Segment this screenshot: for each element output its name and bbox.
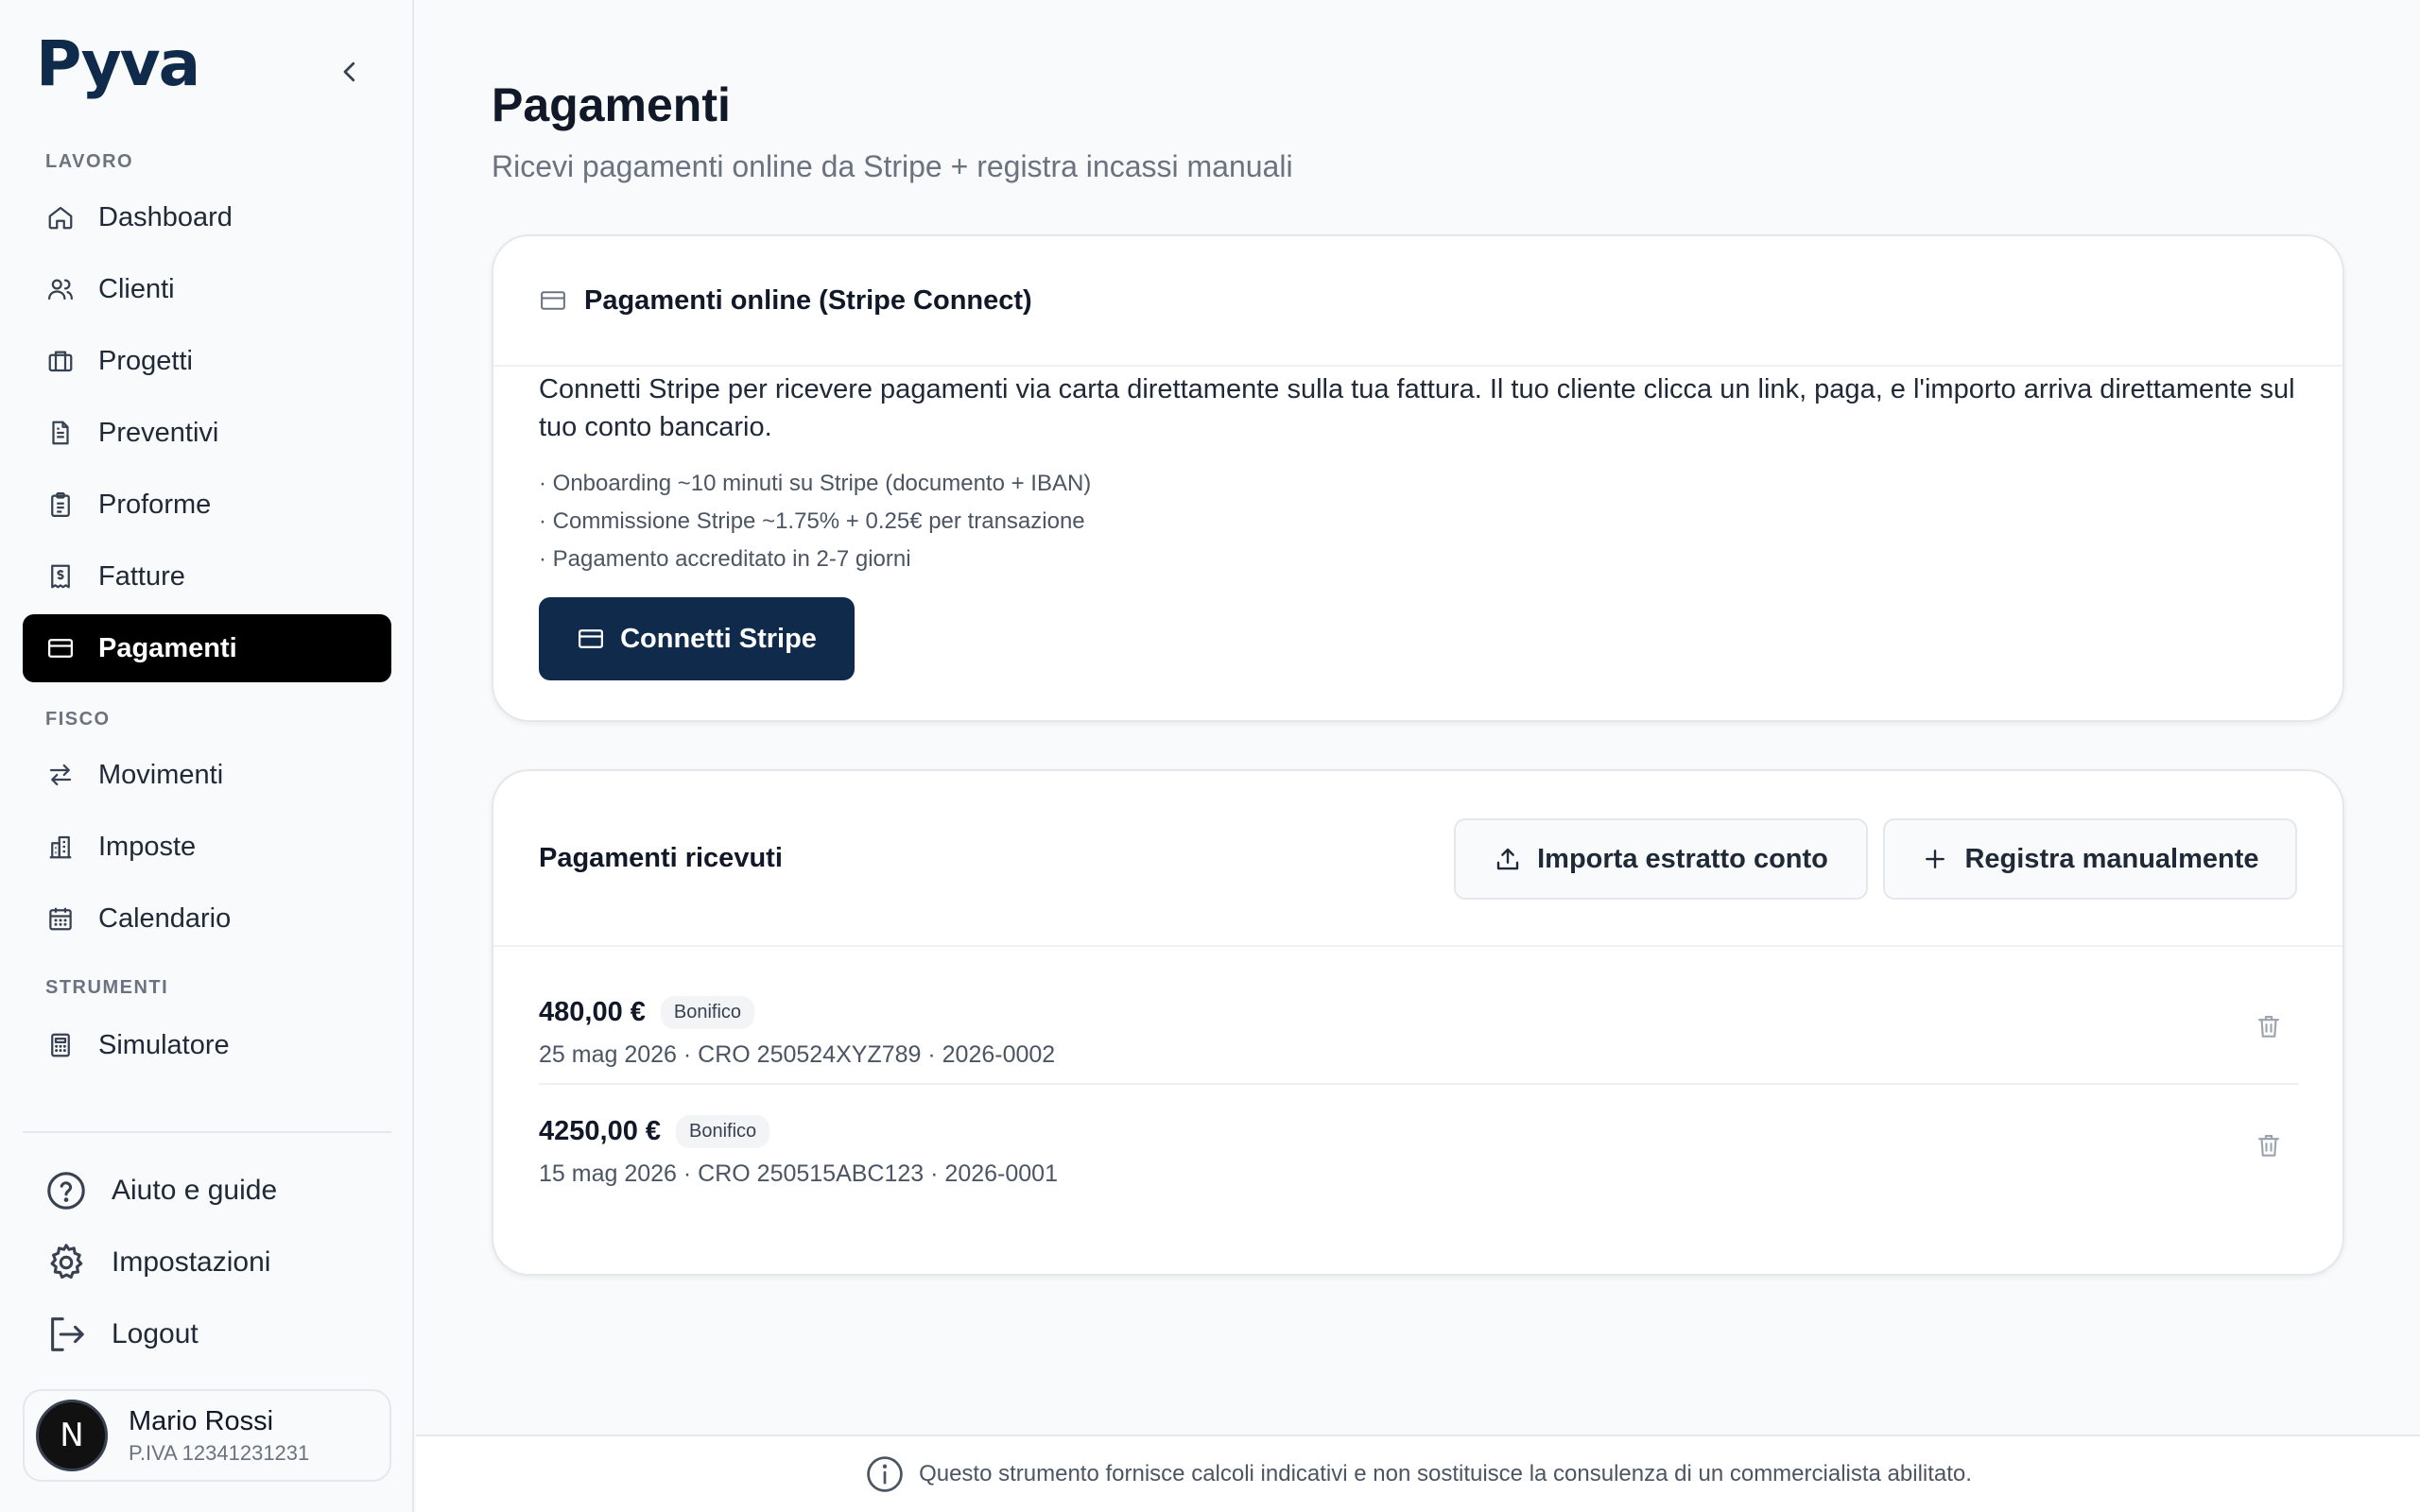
sidebar-item-imposte[interactable]: Imposte	[23, 813, 391, 881]
stripe-info-item: · Pagamento accreditato in 2-7 giorni	[539, 546, 911, 572]
stripe-connect-card: Pagamenti online (Stripe Connect) Connet…	[492, 234, 2344, 722]
delete-payment-button[interactable]	[2250, 1007, 2288, 1045]
credit-card-icon	[539, 285, 569, 316]
trash-icon	[2257, 1134, 2280, 1157]
stripe-description: Connetti Stripe per ricevere pagamenti v…	[539, 374, 2295, 442]
logout-label: Logout	[112, 1318, 199, 1349]
sidebar-item-simulatore[interactable]: Simulatore	[23, 1011, 391, 1079]
credit-card-icon	[45, 633, 76, 663]
sidebar-item-label: Preventivi	[98, 417, 219, 448]
sidebar-item-clienti[interactable]: Clienti	[23, 255, 391, 323]
main-content: Pagamenti Ricevi pagamenti online da Str…	[416, 0, 2420, 1512]
sidebar-item-label: Clienti	[98, 273, 175, 304]
sidebar-item-fatture[interactable]: Fatture	[23, 542, 391, 610]
sidebar-item-label: Dashboard	[98, 201, 233, 232]
disclaimer-text: Questo strumento fornisce calcoli indica…	[919, 1461, 1972, 1486]
payment-amount: 480,00 €	[539, 997, 646, 1027]
logo-text: Pyva	[36, 27, 200, 100]
briefcase-icon	[45, 346, 76, 376]
help-link[interactable]: Aiuto e guide	[43, 1162, 277, 1219]
section-label-lavoro: LAVORO	[45, 151, 134, 172]
sidebar-item-label: Proforme	[98, 489, 212, 520]
section-label-fisco: FISCO	[45, 709, 111, 730]
collapse-sidebar-button[interactable]	[331, 53, 369, 91]
register-manually-button[interactable]: Registra manualmente	[1883, 818, 2297, 900]
trash-icon	[2257, 1015, 2280, 1038]
sidebar-item-label: Movimenti	[98, 759, 224, 790]
payments-card-title: Pagamenti ricevuti	[539, 842, 783, 873]
sidebar-item-proforme[interactable]: Proforme	[23, 471, 391, 539]
clipboard-icon	[45, 490, 76, 520]
sidebar-item-label: Progetti	[98, 345, 193, 376]
help-label: Aiuto e guide	[112, 1175, 278, 1206]
sidebar-item-label: Simulatore	[98, 1029, 230, 1060]
payment-row: 480,00 € Bonifico 25 mag 2026 · CRO 2505…	[539, 966, 2299, 1085]
stripe-card-header: Pagamenti online (Stripe Connect)	[493, 236, 2342, 367]
connect-stripe-button[interactable]: Connetti Stripe	[539, 597, 855, 680]
page-title: Pagamenti	[492, 78, 731, 131]
chevron-left-icon	[343, 61, 355, 82]
sidebar-item-dashboard[interactable]: Dashboard	[23, 183, 391, 251]
payment-meta: 15 mag 2026 · CRO 250515ABC123 · 2026-00…	[539, 1160, 1058, 1187]
payment-method-badge: Bonifico	[676, 1115, 770, 1148]
info-icon	[864, 1453, 906, 1495]
import-statement-label: Importa estratto conto	[1537, 843, 1828, 874]
settings-label: Impostazioni	[112, 1246, 271, 1278]
calendar-icon	[45, 903, 76, 934]
sidebar-item-progetti[interactable]: Progetti	[23, 327, 391, 395]
document-icon	[45, 418, 76, 448]
arrows-icon	[45, 760, 76, 790]
delete-payment-button[interactable]	[2250, 1126, 2288, 1164]
sidebar-item-pagamenti[interactable]: Pagamenti	[23, 614, 391, 682]
payment-method-badge: Bonifico	[660, 996, 755, 1029]
section-label-strumenti: STRUMENTI	[45, 977, 169, 998]
sidebar-item-preventivi[interactable]: Preventivi	[23, 399, 391, 467]
payment-amount: 4250,00 €	[539, 1116, 662, 1146]
help-icon	[43, 1168, 89, 1213]
stripe-info-list: · Onboarding ~10 minuti su Stripe (docum…	[539, 465, 2297, 578]
sidebar-divider	[23, 1131, 391, 1133]
avatar: N	[36, 1400, 108, 1471]
stripe-card-title: Pagamenti online (Stripe Connect)	[584, 284, 1032, 316]
user-profile-card[interactable]: N Mario Rossi P.IVA 12341231231	[23, 1389, 391, 1482]
users-icon	[45, 274, 76, 304]
import-statement-button[interactable]: Importa estratto conto	[1454, 818, 1868, 900]
disclaimer-footer: Questo strumento fornisce calcoli indica…	[416, 1435, 2420, 1512]
logout-icon	[43, 1312, 89, 1357]
gear-icon	[43, 1240, 89, 1285]
sidebar-item-label: Fatture	[98, 560, 185, 592]
sidebar-item-movimenti[interactable]: Movimenti	[23, 741, 391, 809]
user-vat-number: P.IVA 12341231231	[129, 1440, 310, 1465]
home-icon	[45, 202, 76, 232]
sidebar-item-calendario[interactable]: Calendario	[23, 885, 391, 953]
stripe-info-item: · Onboarding ~10 minuti su Stripe (docum…	[539, 471, 1092, 496]
sidebar-item-label: Calendario	[98, 902, 232, 934]
sidebar: Pyva LAVORO Dashboard Clienti Progetti P…	[0, 0, 414, 1512]
logout-button[interactable]: Logout	[43, 1306, 199, 1363]
user-name: Mario Rossi	[129, 1405, 274, 1436]
payment-meta: 25 mag 2026 · CRO 250524XYZ789 · 2026-00…	[539, 1041, 1056, 1068]
calculator-icon	[45, 1030, 76, 1060]
building-icon	[45, 832, 76, 862]
register-manually-label: Registra manualmente	[1964, 843, 2259, 874]
connect-stripe-label: Connetti Stripe	[620, 623, 817, 654]
invoice-icon	[45, 561, 76, 592]
payment-row: 4250,00 € Bonifico 15 mag 2026 · CRO 250…	[539, 1085, 2299, 1204]
plus-icon	[1926, 850, 1945, 868]
upload-icon	[1496, 848, 1519, 870]
page-subtitle: Ricevi pagamenti online da Stripe + regi…	[492, 149, 1293, 183]
stripe-info-item: · Commissione Stripe ~1.75% + 0.25€ per …	[539, 508, 1085, 534]
sidebar-item-label: Imposte	[98, 831, 197, 862]
sidebar-item-label: Pagamenti	[98, 632, 237, 663]
credit-card-icon	[579, 629, 604, 648]
payments-received-card: Pagamenti ricevuti Importa estratto cont…	[492, 769, 2344, 1276]
payments-card-header: Pagamenti ricevuti Importa estratto cont…	[493, 771, 2342, 947]
settings-link[interactable]: Impostazioni	[43, 1234, 270, 1291]
brand-logo[interactable]: Pyva	[36, 27, 200, 100]
